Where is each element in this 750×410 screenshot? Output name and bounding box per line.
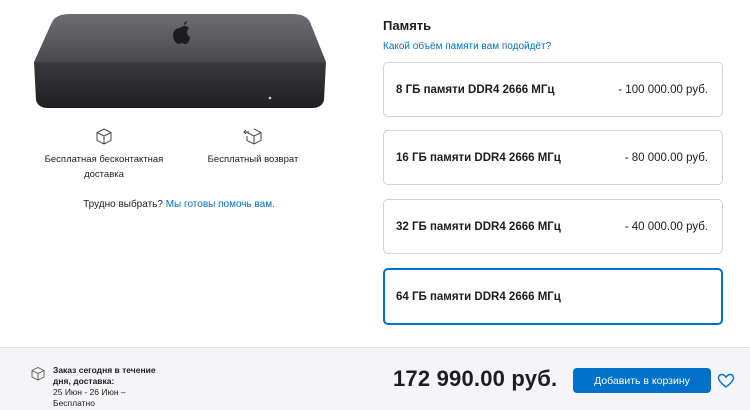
option-price: - 80 000.00 руб. xyxy=(624,151,708,164)
shipping-line1: Бесплатная бесконтактная xyxy=(44,154,164,165)
help-question: Трудно выбрать? xyxy=(83,199,163,210)
box-return-icon xyxy=(183,126,323,148)
shipping-line2: доставка xyxy=(84,169,124,180)
delivery-dates: 25 Июн - 26 Июн – xyxy=(53,387,126,397)
box-icon xyxy=(34,126,174,148)
memory-option-32gb[interactable]: 32 ГБ памяти DDR4 2666 МГц - 40 000.00 р… xyxy=(383,199,723,254)
box-icon xyxy=(31,366,45,381)
option-price: - 100 000.00 руб. xyxy=(618,83,708,96)
free-shipping-info: Бесплатная бесконтактная доставка xyxy=(34,126,174,182)
delivery-line1: Заказ сегодня в течение xyxy=(53,365,156,375)
returns-label: Бесплатный возврат xyxy=(207,154,299,165)
add-to-cart-button[interactable]: Добавить в корзину xyxy=(573,368,711,393)
help-link[interactable]: Мы готовы помочь вам. xyxy=(166,199,275,210)
delivery-info: Заказ сегодня в течение дня, доставка: 2… xyxy=(30,365,173,409)
purchase-bar: Заказ сегодня в течение дня, доставка: 2… xyxy=(0,347,750,410)
memory-option-64gb[interactable]: 64 ГБ памяти DDR4 2666 МГц xyxy=(383,268,723,325)
memory-help-link[interactable]: Какой объём памяти вам подойдёт? xyxy=(383,41,551,52)
option-name: 64 ГБ памяти DDR4 2666 МГц xyxy=(396,290,561,303)
option-price: - 40 000.00 руб. xyxy=(624,220,708,233)
option-name: 16 ГБ памяти DDR4 2666 МГц xyxy=(396,151,561,164)
memory-title: Память xyxy=(383,18,432,33)
memory-option-8gb[interactable]: 8 ГБ памяти DDR4 2666 МГц - 100 000.00 р… xyxy=(383,62,723,117)
option-name: 32 ГБ памяти DDR4 2666 МГц xyxy=(396,220,561,233)
option-name: 8 ГБ памяти DDR4 2666 МГц xyxy=(396,83,555,96)
delivery-cost: Бесплатно xyxy=(53,398,95,408)
free-returns-info: Бесплатный возврат xyxy=(183,126,323,167)
total-price: 172 990.00 руб. xyxy=(393,366,558,391)
memory-option-16gb[interactable]: 16 ГБ памяти DDR4 2666 МГц - 80 000.00 р… xyxy=(383,130,723,185)
delivery-line2: дня, доставка: xyxy=(53,376,115,386)
heart-icon[interactable] xyxy=(716,371,736,391)
mac-mini-image xyxy=(34,14,326,108)
help-text: Трудно выбрать? Мы готовы помочь вам. xyxy=(0,199,358,210)
